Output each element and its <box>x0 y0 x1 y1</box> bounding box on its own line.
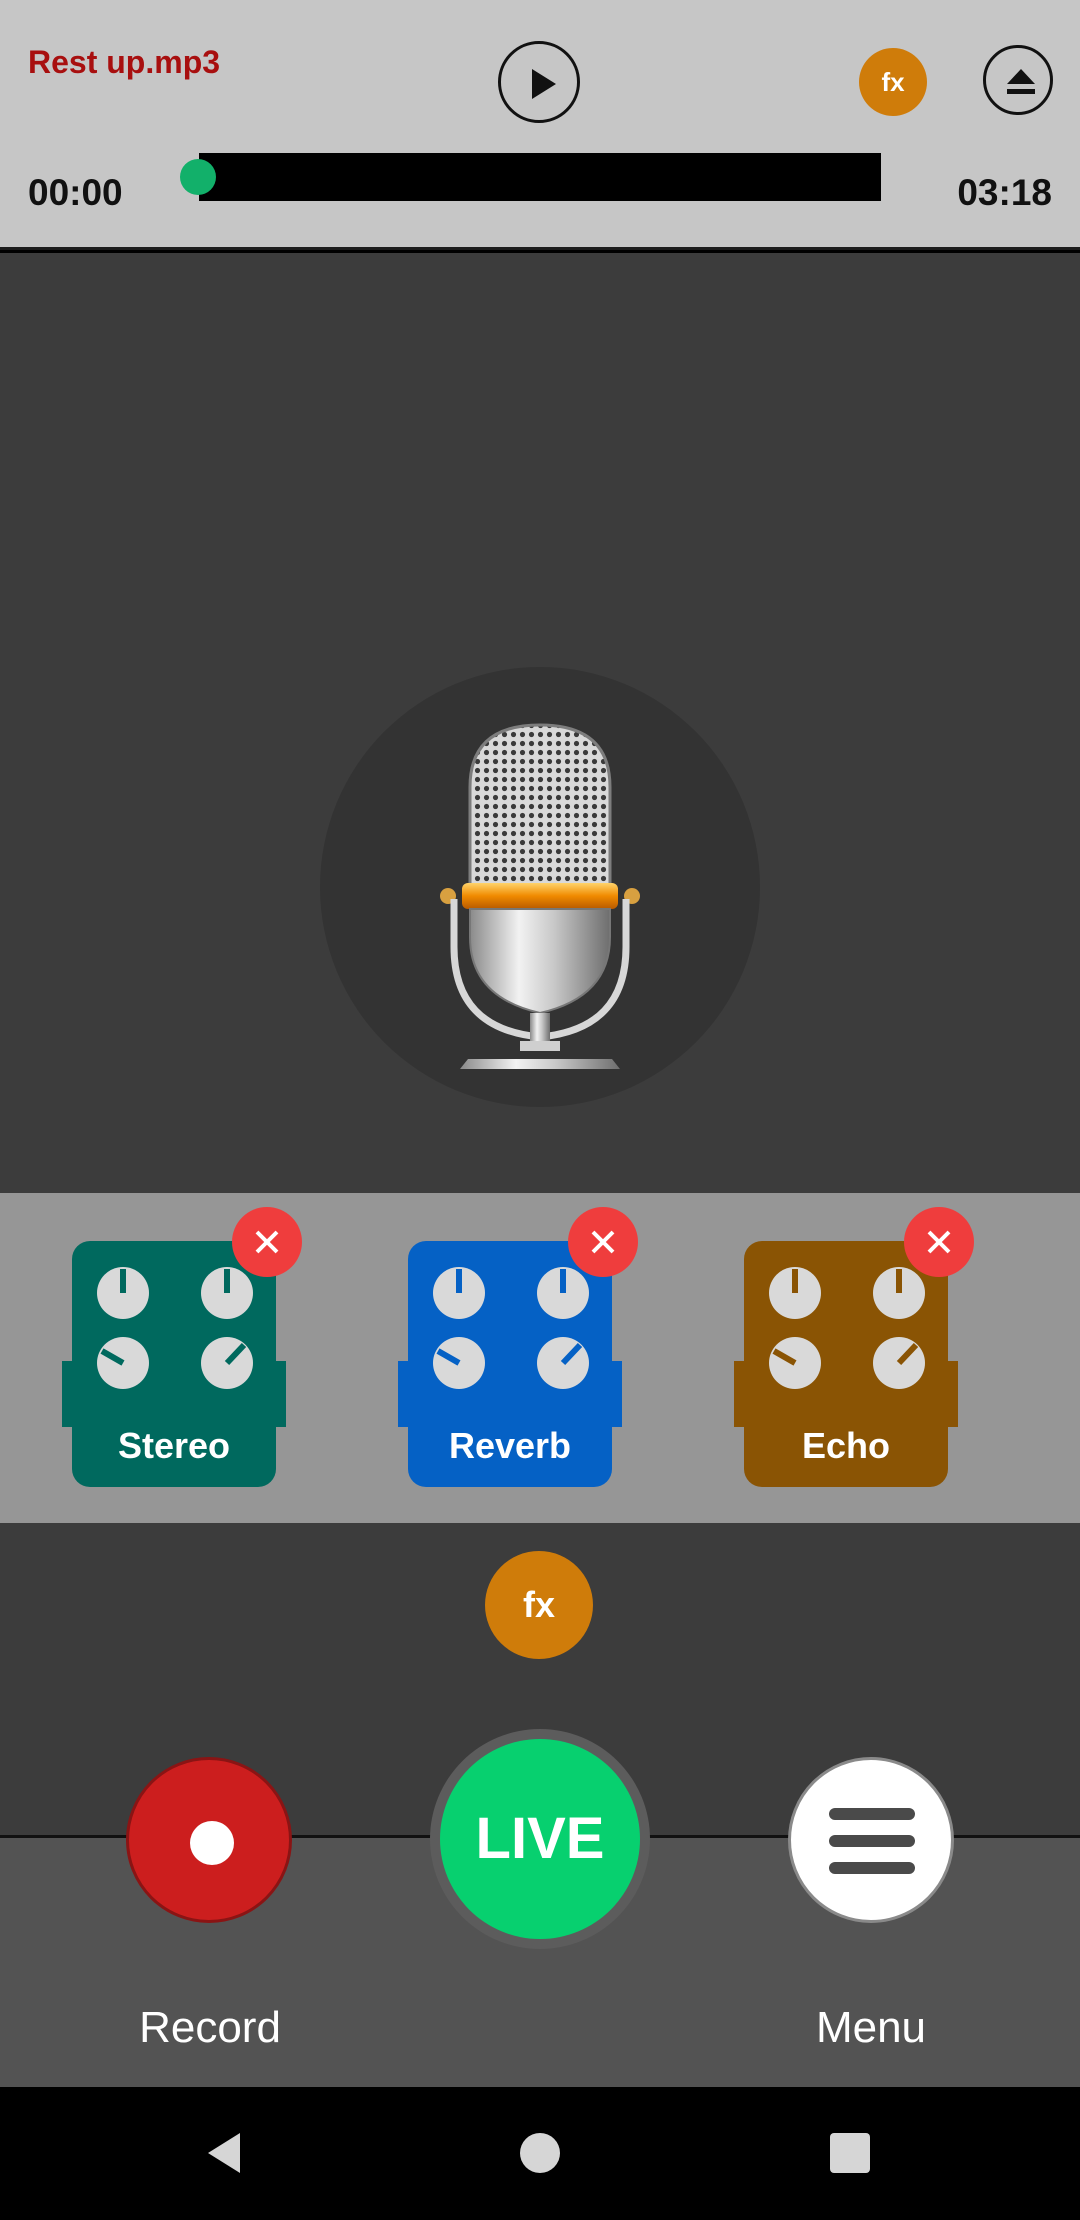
seek-bar[interactable] <box>199 153 881 201</box>
mic-area <box>0 253 1080 1193</box>
effect-pedal-echo[interactable]: Echo <box>734 1207 974 1491</box>
pedal-label: Echo <box>801 1425 890 1466</box>
microphone-icon <box>440 723 640 1069</box>
record-button[interactable] <box>126 1757 292 1923</box>
fx-button-small[interactable]: fx <box>859 48 927 116</box>
fx-button[interactable]: fx <box>485 1551 593 1659</box>
remove-effect-button[interactable] <box>232 1207 302 1277</box>
app-screen: Rest up.mp3 fx 00:00 03:18 Stereo Reverb… <box>0 0 1080 2220</box>
effects-row: Stereo Reverb Echo <box>0 1193 1080 1523</box>
player-bar: Rest up.mp3 fx 00:00 03:18 <box>0 0 1080 250</box>
close-icon <box>255 1230 279 1254</box>
nav-back-button[interactable] <box>166 2087 286 2220</box>
current-time: 00:00 <box>28 172 123 213</box>
record-icon <box>190 1821 234 1865</box>
effect-pedal-stereo[interactable]: Stereo <box>62 1207 302 1491</box>
remove-effect-button[interactable] <box>568 1207 638 1277</box>
live-button[interactable]: LIVE <box>440 1739 640 1939</box>
pedal-label: Stereo <box>117 1425 231 1466</box>
live-button-ring: LIVE <box>430 1729 650 1949</box>
seek-thumb[interactable] <box>180 159 216 195</box>
pedal-label: Reverb <box>448 1425 572 1466</box>
back-icon <box>208 2133 240 2173</box>
remove-effect-button[interactable] <box>904 1207 974 1277</box>
recents-icon <box>830 2133 870 2173</box>
effect-pedal-reverb[interactable]: Reverb <box>398 1207 638 1491</box>
home-icon <box>520 2133 560 2173</box>
menu-button[interactable] <box>788 1757 954 1923</box>
system-nav-bar <box>0 2087 1080 2220</box>
menu-label: Menu <box>815 2003 927 2052</box>
nav-home-button[interactable] <box>480 2087 600 2220</box>
mic-button[interactable] <box>320 667 760 1107</box>
eject-icon <box>1007 69 1035 94</box>
play-icon <box>532 69 556 99</box>
close-icon <box>927 1230 951 1254</box>
track-title: Rest up.mp3 <box>28 44 221 80</box>
close-icon <box>591 1230 615 1254</box>
play-button[interactable] <box>498 41 580 123</box>
eject-button[interactable] <box>983 45 1053 115</box>
nav-recents-button[interactable] <box>790 2087 910 2220</box>
hamburger-menu-icon <box>829 1808 915 1874</box>
record-label: Record <box>139 2003 281 2052</box>
track-duration: 03:18 <box>957 172 1052 213</box>
